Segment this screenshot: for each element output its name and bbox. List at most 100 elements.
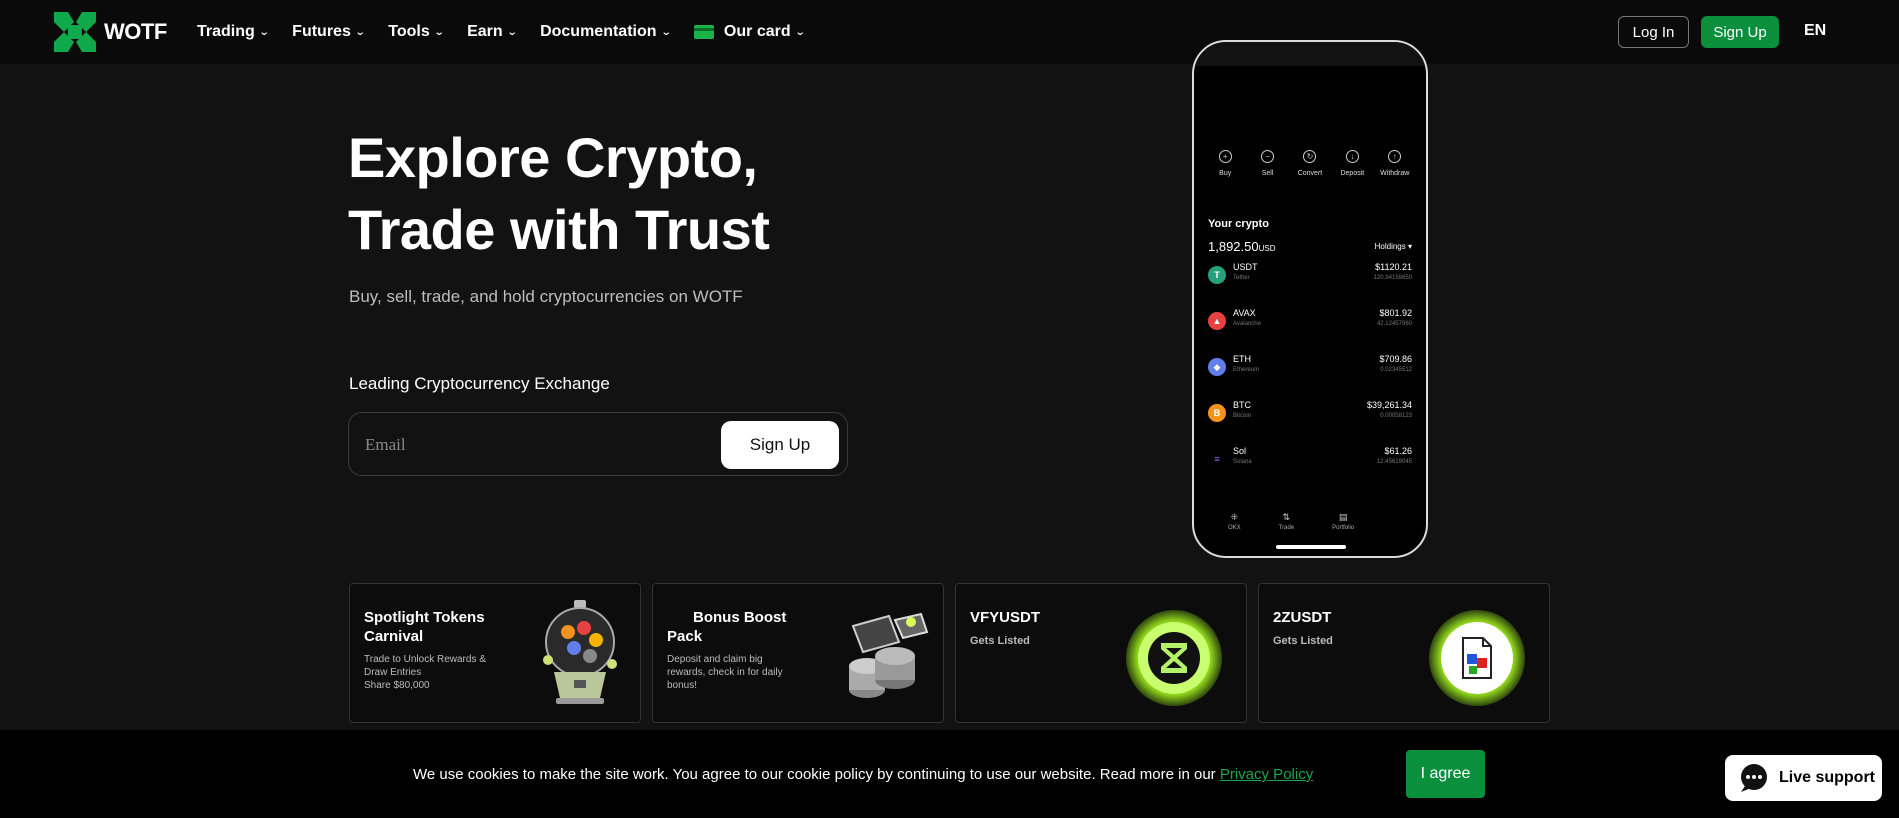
menu-label: Trading	[197, 23, 255, 40]
top-navbar: WOTF Trading ⌄ Futures ⌄ Tools ⌄ Earn ⌄ Docu…	[0, 0, 1899, 64]
promo-desc: Deposit and claim big rewards, check in …	[667, 654, 783, 691]
coin-name: Ethereum	[1233, 367, 1260, 373]
live-support-label: Live support	[1779, 769, 1876, 786]
action-deposit: ↓ Deposit	[1332, 150, 1372, 177]
tab-label: Portfolio	[1332, 525, 1355, 531]
coin-value: $1120.21	[1375, 262, 1412, 272]
action-label: Convert	[1297, 170, 1323, 177]
coin-row: ≡ Sol Solana $61.26 12.45619045	[1208, 446, 1412, 480]
coin-qty: 12.45619045	[1376, 459, 1412, 465]
coin-value: $709.86	[1379, 354, 1412, 364]
total-value: 1,892.50	[1208, 239, 1259, 254]
coin-name: Tether	[1233, 275, 1250, 281]
coin-name: Bitcoin	[1233, 413, 1252, 419]
coin-symbol: USDT	[1233, 262, 1258, 272]
tab-okx: ⁜ OKX	[1228, 511, 1241, 532]
coin-qty: 120.94159850	[1373, 275, 1412, 281]
cookie-banner: We use cookies to make the site work. Yo…	[0, 730, 1899, 818]
coin-row: ◆ ETH Ethereum $709.86 0.02345512	[1208, 354, 1412, 388]
chevron-down-icon: ⌄	[506, 26, 518, 38]
convert-icon: ↻	[1303, 150, 1317, 163]
promo-card-vfyusdt[interactable]: VFYUSDT Gets Listed	[955, 583, 1247, 723]
login-button[interactable]: Log In	[1618, 16, 1689, 48]
portfolio-total: 1,892.50USD	[1208, 239, 1276, 254]
live-support-button[interactable]: Live support	[1725, 755, 1882, 801]
action-label: Deposit	[1340, 170, 1365, 177]
menu-trading[interactable]: Trading ⌄	[197, 23, 269, 41]
menu-documentation[interactable]: Documentation ⌄	[540, 23, 672, 41]
phone-mockup: + Buy − Sell ↻ Convert ↓ Deposit ↑ Withdraw Y…	[1192, 40, 1428, 558]
menu-earn[interactable]: Earn ⌄	[467, 23, 518, 41]
menu-label: Documentation	[540, 23, 657, 40]
menu-our-card[interactable]: Our card ⌄	[693, 23, 805, 41]
action-label: Buy	[1219, 170, 1232, 177]
email-input[interactable]	[365, 429, 705, 461]
btc-icon: B	[1208, 404, 1226, 422]
wallet-icon: ▤	[1338, 511, 1348, 522]
brand-logo[interactable]: WOTF	[54, 12, 167, 52]
okx-icon: ⁜	[1230, 511, 1239, 522]
coin-value: $61.26	[1384, 446, 1412, 456]
coin-qty: 0.02345512	[1380, 367, 1412, 373]
coin-qty: 0.00058123	[1380, 413, 1412, 419]
chat-bubble-icon	[1741, 764, 1767, 792]
coin-row: B BTC Bitcoin $39,261.34 0.00058123	[1208, 400, 1412, 434]
tab-trade: ⇅ Trade	[1278, 512, 1295, 532]
plus-icon: +	[1218, 150, 1232, 163]
promo-card-spotlight[interactable]: Spotlight Tokens Carnival Trade to Unloc…	[349, 583, 641, 723]
chevron-down-icon: ⌄	[660, 26, 672, 38]
coin-name: Avalanche	[1233, 321, 1261, 327]
chevron-down-icon: ⌄	[354, 26, 366, 38]
your-crypto-heading: Your crypto	[1208, 218, 1269, 230]
wotf-logo-icon	[54, 12, 96, 52]
promo-subtitle: Gets Listed	[1273, 635, 1333, 647]
promo-card-bonus[interactable]: Bonus Boost Pack Deposit and claim big r…	[652, 583, 944, 723]
phone-tabbar: ⁜ OKX ⇅ Trade ▤ Portfolio	[1194, 511, 1426, 532]
tab-label: Trade	[1278, 525, 1295, 531]
home-indicator	[1276, 545, 1346, 549]
coin-symbol: Sol	[1233, 446, 1247, 456]
hero-signup-button[interactable]: Sign Up	[721, 421, 839, 469]
hero-subtitle: Buy, sell, trade, and hold cryptocurrenc…	[349, 287, 743, 306]
sol-icon: ≡	[1208, 450, 1226, 468]
coin-symbol: ETH	[1233, 354, 1251, 364]
usdt-icon: T	[1208, 266, 1226, 284]
sell-icon: −	[1261, 150, 1275, 163]
coin-symbol: AVAX	[1233, 308, 1256, 318]
chevron-down-icon: ⌄	[433, 26, 445, 38]
promo-card-2zusdt[interactable]: 2ZUSDT Gets Listed	[1258, 583, 1550, 723]
menu-tools[interactable]: Tools ⌄	[388, 23, 445, 41]
email-signup-form: Sign Up	[348, 412, 848, 476]
tab-label: OKX	[1228, 525, 1241, 531]
agree-button[interactable]: I agree	[1406, 750, 1485, 798]
promo-title: 2ZUSDT	[1273, 609, 1332, 626]
menu-futures[interactable]: Futures ⌄	[292, 23, 366, 41]
tab-portfolio: ▤ Portfolio	[1332, 511, 1355, 532]
action-buy: + Buy	[1205, 150, 1245, 177]
coin-row: T USDT Tether $1120.21 120.94159850	[1208, 262, 1412, 296]
signup-button[interactable]: Sign Up	[1701, 16, 1779, 48]
brand-name: WOTF	[104, 19, 167, 44]
promo-title: VFYUSDT	[970, 609, 1041, 626]
avax-icon: ▲	[1208, 312, 1226, 330]
language-selector[interactable]: EN	[1804, 22, 1826, 40]
token-glow	[1126, 610, 1222, 706]
hero-title-line-2: Trade with Trust	[348, 198, 770, 261]
credit-card-icon	[693, 25, 714, 39]
menu-label: Futures	[292, 23, 351, 40]
coin-row: ▲ AVAX Avalanche $801.92 42.12457960	[1208, 308, 1412, 342]
coin-qty: 42.12457960	[1376, 321, 1412, 327]
coin-name: Solana	[1233, 459, 1252, 465]
cookie-message: We use cookies to make the site work. Yo…	[413, 766, 1220, 783]
phone-top-mask	[1194, 42, 1426, 66]
promo-subtitle: Gets Listed	[970, 635, 1030, 647]
menu-label: Our card	[723, 23, 791, 40]
action-withdraw: ↑ Withdraw	[1375, 150, 1415, 177]
coin-value: $801.92	[1379, 308, 1412, 318]
menu-label: Tools	[388, 23, 430, 40]
action-convert: ↻ Convert	[1290, 150, 1330, 177]
total-unit: USD	[1258, 244, 1276, 253]
hero-title-line-1: Explore Crypto,	[348, 126, 758, 189]
menu-label: Earn	[467, 23, 503, 40]
privacy-policy-link[interactable]: Privacy Policy	[1220, 766, 1313, 783]
